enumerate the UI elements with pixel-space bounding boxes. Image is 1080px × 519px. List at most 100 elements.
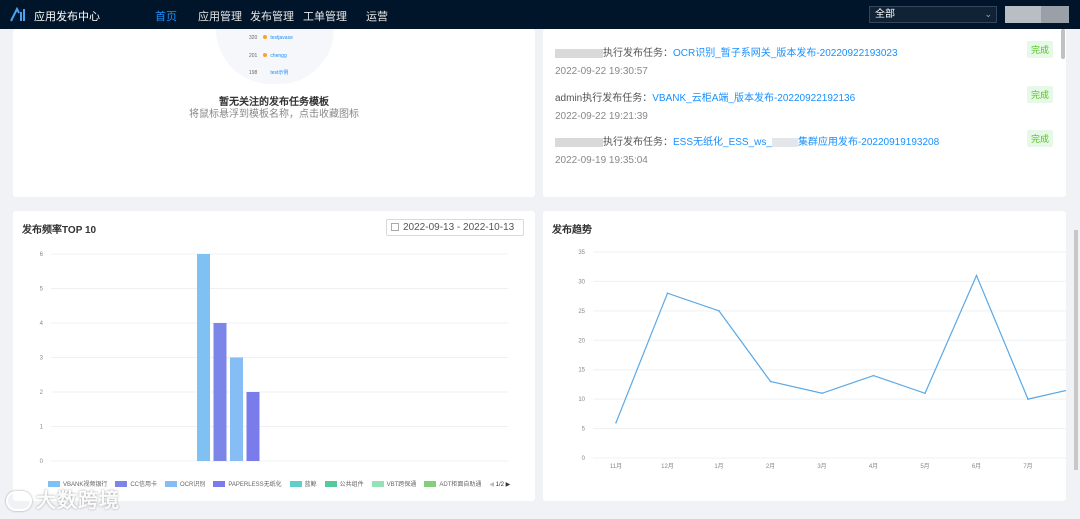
legend-item[interactable]: CC信用卡 [115, 479, 157, 488]
data-point [1027, 398, 1029, 400]
task-description: 执行发布任务：ESS无纸化_ESS_ws_ 集群应用发布-202209191932… [555, 133, 1055, 148]
legend-label: 蓝鲸 [304, 482, 317, 488]
y-tick-label: 2 [40, 390, 44, 396]
nav-home[interactable]: 首页 [155, 8, 177, 24]
status-badge: 完成 [1026, 86, 1053, 103]
legend-swatch [424, 481, 437, 487]
y-tick-label: 15 [578, 368, 585, 374]
legend-swatch [371, 481, 384, 487]
data-point [666, 292, 669, 294]
nav-ticket-management[interactable]: 工单管理 [303, 8, 347, 24]
data-point [924, 392, 926, 395]
illustration-row: 198 test示例 [249, 70, 289, 76]
bar [197, 254, 210, 461]
legend-item[interactable]: ADT柜面自助通 [424, 479, 481, 488]
x-tick-label: 5月 [920, 463, 929, 470]
legend-pager[interactable]: ◀ 1/2 ▶ [489, 481, 510, 488]
task-description: 执行发布任务：OCR识别_暂子系网关_版本发布-20220922193023 [555, 44, 1055, 59]
x-tick-label: 4月 [869, 463, 878, 470]
x-tick-label: 12月 [661, 463, 674, 470]
release-frequency-card: 发布频率TOP 10 2022-09-13 - 2022-10-13 01234… [13, 211, 535, 501]
task-description: admin执行发布任务：VBANK_云柜A端_版本发布-202209221921… [555, 93, 856, 104]
legend-swatch [289, 481, 302, 487]
status-badge: 完成 [1026, 130, 1053, 147]
y-tick-label: 0 [40, 459, 44, 465]
y-tick-label: 1 [40, 425, 44, 431]
line-chart: 0510152025303511月12月1月2月3月4月5月6月7月8月 [578, 250, 1066, 470]
empty-illustration: 320 testjavase 201 chengg 198 test示例 [216, 29, 334, 84]
task-time: 2022-09-19 19:35:04 [555, 155, 648, 166]
nav-release-management[interactable]: 发布管理 [250, 8, 294, 24]
legend-label: 公共组件 [339, 482, 364, 488]
data-point [872, 374, 875, 377]
y-tick-label: 5 [582, 427, 586, 433]
data-point [975, 274, 978, 277]
data-point [769, 380, 772, 383]
watermark-icon [6, 491, 32, 511]
user-name-masked[interactable] [1041, 6, 1069, 23]
empty-state-subtitle: 将鼠标悬浮到模板名称，点击收藏图标 [189, 109, 359, 120]
task-item: admin执行发布任务：VBANK_云柜A端_版本发布-202209221921… [555, 86, 1055, 122]
task-time: 2022-09-22 19:21:39 [555, 111, 648, 122]
masked-username [555, 137, 603, 147]
x-tick-label: 11月 [610, 463, 622, 470]
y-tick-label: 3 [40, 356, 44, 362]
y-tick-label: 0 [582, 456, 586, 462]
legend-item[interactable]: 蓝鲸 [289, 479, 317, 488]
app-logo-icon [10, 6, 25, 22]
masked-username [555, 48, 603, 58]
task-time: 2022-09-22 19:30:57 [555, 66, 648, 77]
legend-swatch [213, 481, 226, 487]
y-tick-label: 20 [578, 338, 585, 344]
y-tick-label: 5 [40, 287, 44, 293]
task-link[interactable]: OCR识别_暂子系网关_版本发布-20220922193023 [673, 48, 898, 59]
status-badge: 完成 [1026, 41, 1053, 58]
bar [230, 357, 243, 461]
legend-label: VBT跨保通 [386, 482, 417, 488]
scope-select-value: 全部 [875, 9, 895, 20]
y-tick-label: 4 [40, 321, 44, 327]
y-tick-label: 35 [578, 250, 585, 256]
legend-swatch [165, 481, 178, 487]
legend-item[interactable]: VBT跨保通 [371, 479, 417, 488]
illustration-row: 320 testjavase [249, 35, 293, 41]
task-item: 执行发布任务：OCR识别_暂子系网关_版本发布-20220922193023 2… [555, 41, 1055, 77]
data-point [718, 310, 720, 312]
x-tick-label: 3月 [817, 463, 826, 470]
page-scrollbar[interactable] [1074, 230, 1078, 470]
legend-item[interactable]: OCR识别 [165, 479, 205, 488]
legend-label: OCR识别 [180, 482, 206, 488]
data-point [821, 392, 823, 395]
data-point [615, 421, 617, 424]
legend-item[interactable]: PAPERLESS无纸化 [213, 479, 282, 488]
top-navbar: 应用发布中心 首页 应用管理 发布管理 工单管理 运营 全部 ⌄ [0, 0, 1080, 29]
user-avatar[interactable] [1005, 6, 1041, 23]
legend-page-number: 1/2 [495, 482, 504, 488]
trend-line [615, 274, 1066, 423]
legend-swatch [324, 481, 337, 487]
prev-page-icon[interactable]: ◀ [489, 482, 494, 488]
bar-chart: 0 1 2 3 4 5 6 [40, 252, 508, 465]
legend-label: CC信用卡 [130, 482, 158, 488]
recent-tasks-card: 执行发布任务：OCR识别_暂子系网关_版本发布-20220922193023 2… [543, 29, 1066, 197]
y-tick-label: 6 [40, 252, 44, 258]
watermark-logo: 大数跨境 [6, 484, 120, 513]
x-tick-label: 1月 [714, 463, 723, 470]
scope-select[interactable]: 全部 ⌄ [869, 6, 997, 23]
nav-operations[interactable]: 运营 [366, 8, 388, 24]
next-page-icon[interactable]: ▶ [506, 482, 511, 488]
task-item: 执行发布任务：ESS无纸化_ESS_ws_ 集群应用发布-202209191932… [555, 130, 1055, 166]
legend-label: PAPERLESS无纸化 [228, 482, 282, 488]
illustration-row: 201 chengg [249, 53, 287, 59]
task-list-scrollbar[interactable] [1061, 29, 1065, 59]
x-tick-label: 7月 [1023, 463, 1032, 470]
legend-item[interactable]: 公共组件 [324, 479, 364, 488]
bar [246, 392, 260, 461]
nav-app-management[interactable]: 应用管理 [198, 8, 242, 24]
favorite-templates-card: 320 testjavase 201 chengg 198 test示例 暂无关注的发… [13, 29, 535, 197]
task-user: admin [555, 93, 583, 104]
bar [213, 323, 227, 461]
app-title: 应用发布中心 [34, 11, 100, 23]
task-link[interactable]: ESS无纸化_ESS_ws_ 集群应用发布-20220919193208 [673, 137, 939, 148]
task-link[interactable]: VBANK_云柜A端_版本发布-20220922192136 [652, 93, 855, 104]
